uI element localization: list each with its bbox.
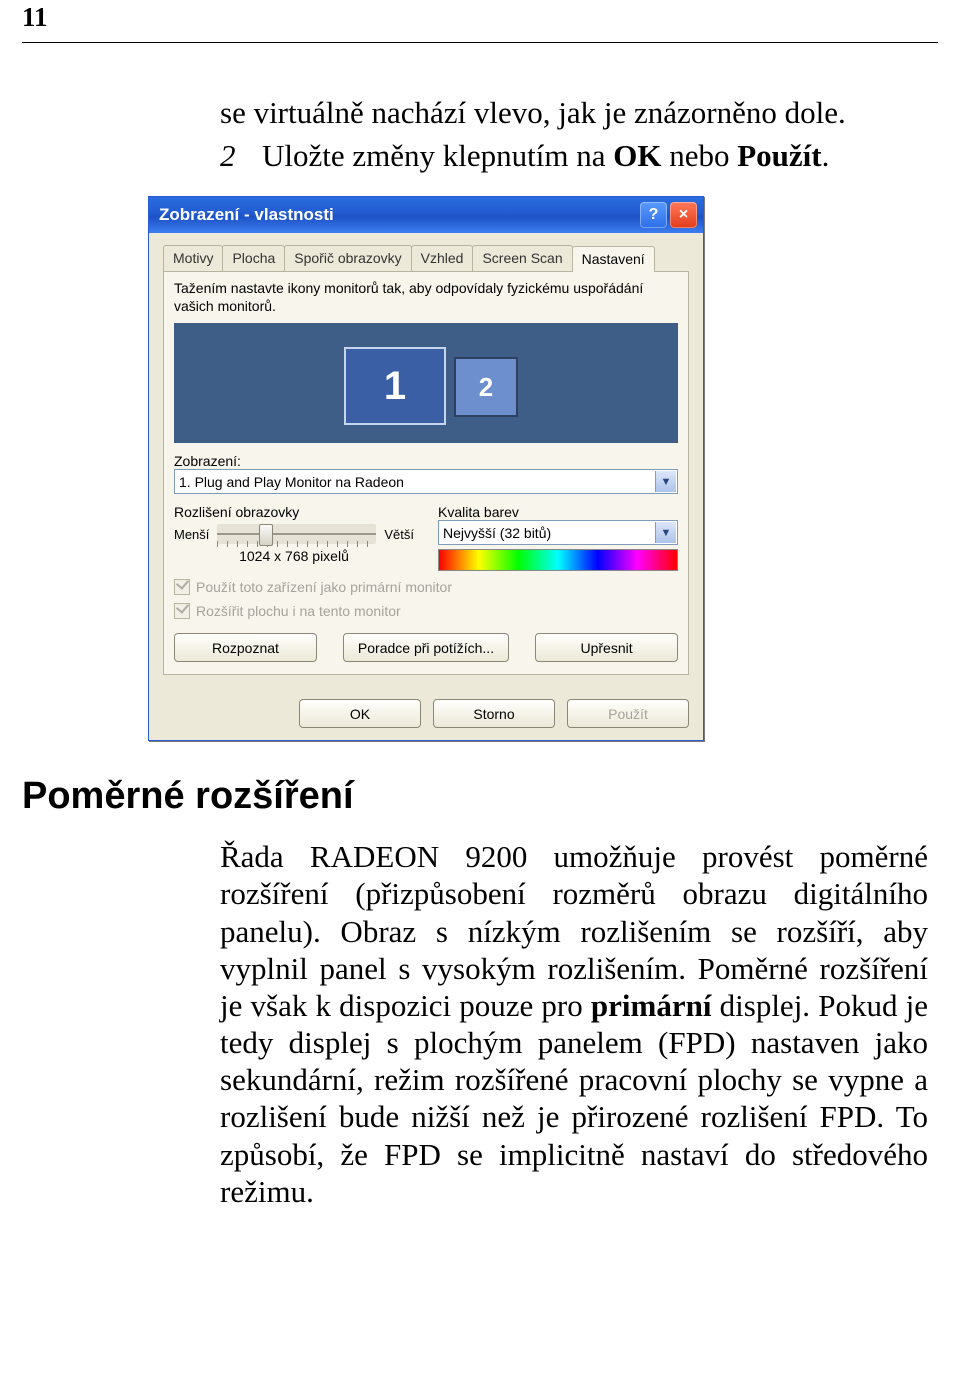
display-properties-dialog: Zobrazení - vlastnosti ? × Motivy Plocha… [148,196,960,741]
cancel-button[interactable]: Storno [433,699,555,728]
step-number-2: 2 [220,138,262,175]
resolution-label: Rozlišení obrazovky [174,504,414,520]
advanced-button[interactable]: Upřesnit [535,633,678,662]
dialog-title: Zobrazení - vlastnosti [159,205,637,225]
tab-motivy[interactable]: Motivy [163,245,223,271]
apply-button: Použít [567,699,689,728]
help-button[interactable]: ? [640,202,667,228]
display-select[interactable]: 1. Plug and Play Monitor na Radeon ▼ [174,469,678,494]
troubleshoot-button[interactable]: Poradce při potížích... [343,633,509,662]
section-heading: Poměrné rozšíření [22,775,960,818]
tabstrip: Motivy Plocha Spořič obrazovky Vzhled Sc… [163,245,689,272]
close-button[interactable]: × [670,202,697,228]
divider [22,42,938,43]
resolution-value: 1024 x 768 pixelů [174,548,414,564]
monitor-arena[interactable]: 1 2 [174,323,678,443]
identify-button[interactable]: Rozpoznat [174,633,317,662]
tab-nastaveni[interactable]: Nastavení [572,246,655,272]
extend-desktop-checkbox: Rozšířit plochu i na tento monitor [174,603,678,619]
ok-label: OK [613,138,661,173]
monitor-2[interactable]: 2 [454,357,518,417]
tab-screenscan[interactable]: Screen Scan [472,245,572,271]
intro-line-1: se virtuálně nachází vlevo, jak je znázo… [220,95,928,132]
slider-low-label: Menší [174,527,209,542]
page-number: 11 [22,2,48,33]
tab-sporic[interactable]: Spořič obrazovky [284,245,411,271]
body-paragraph: Řada RADEON 9200 umožňuje provést poměrn… [220,838,928,1210]
tab-vzhled[interactable]: Vzhled [411,245,474,271]
display-label: Zobrazení: [174,453,678,469]
resolution-slider[interactable] [217,524,376,544]
color-label: Kvalita barev [438,504,678,520]
color-quality-value: Nejvyšší (32 bitů) [443,525,551,541]
apply-label: Použít [737,138,821,173]
step-text-mid: nebo [661,138,737,173]
primary-monitor-checkbox: Použít toto zařízení jako primární monit… [174,579,678,595]
slider-thumb[interactable] [259,524,273,546]
step-text-prefix: Uložte změny klepnutím na [262,138,613,173]
display-select-value: 1. Plug and Play Monitor na Radeon [179,474,404,490]
primary-monitor-checkbox-label: Použít toto zařízení jako primární monit… [196,579,452,595]
color-spectrum [438,549,678,571]
body-bold-primární: primární [591,988,712,1023]
slider-high-label: Větší [384,527,414,542]
step-text-end: . [822,138,830,173]
chevron-down-icon: ▼ [655,471,676,492]
chevron-down-icon: ▼ [655,522,676,543]
hint-text: Tažením nastavte ikony monitorů tak, aby… [174,280,678,315]
checkbox-icon [174,579,190,595]
tab-plocha[interactable]: Plocha [222,245,285,271]
ok-button[interactable]: OK [299,699,421,728]
monitor-1[interactable]: 1 [344,347,446,425]
extend-desktop-checkbox-label: Rozšířit plochu i na tento monitor [196,603,401,619]
color-quality-select[interactable]: Nejvyšší (32 bitů) ▼ [438,520,678,545]
checkbox-icon [174,603,190,619]
